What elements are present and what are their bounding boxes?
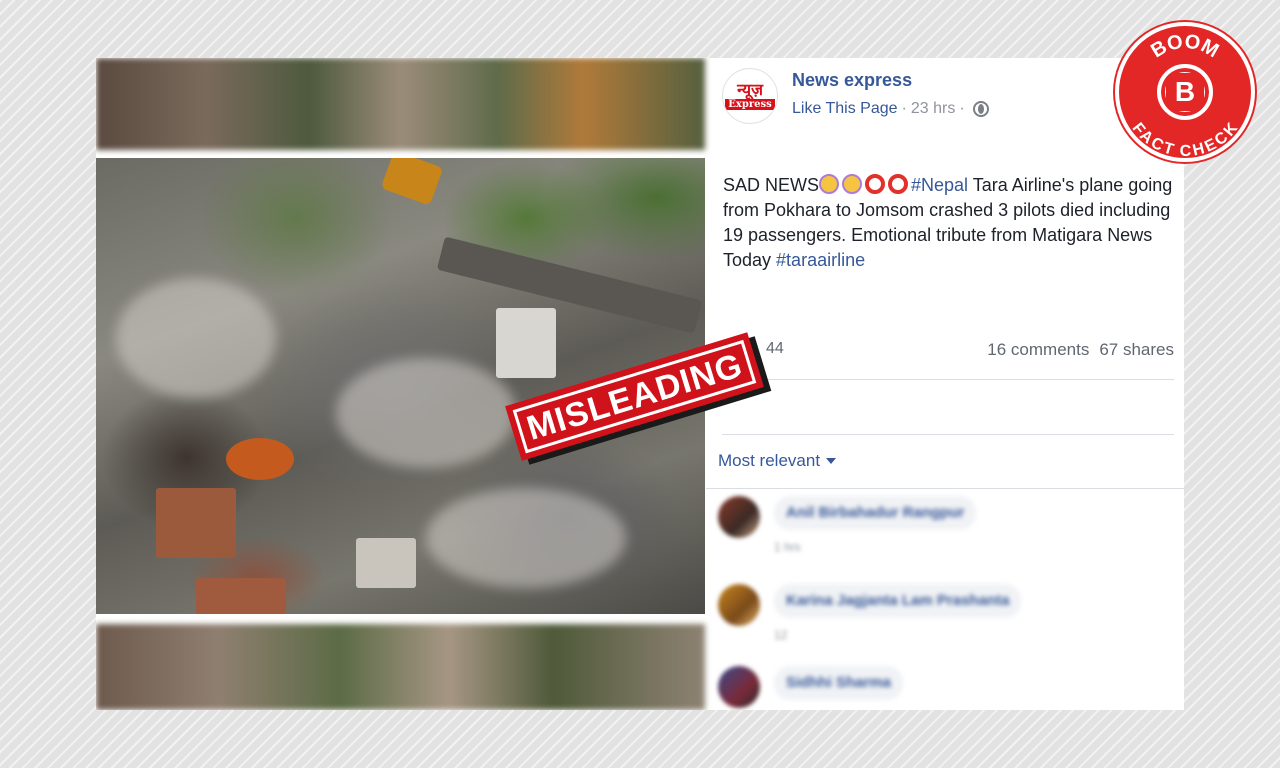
divider xyxy=(706,488,1184,489)
svg-text:FACT CHECK: FACT CHECK xyxy=(1129,120,1242,158)
smoke xyxy=(116,278,276,398)
comment-meta: 12 xyxy=(774,628,788,642)
wreckage-orange-tank xyxy=(226,438,294,480)
shares-count-link[interactable]: 67 shares xyxy=(1099,340,1174,360)
comments-count-link[interactable]: 16 comments xyxy=(987,340,1089,360)
commenter-name[interactable]: Anil Birbahadur Rangpur xyxy=(786,504,964,521)
meta-separator: · xyxy=(959,100,965,117)
page-name-link[interactable]: News express xyxy=(792,70,912,91)
comment-meta: 1 hrs xyxy=(774,540,801,554)
comment-bubble: Karina Jagjanta Lam Prashanta xyxy=(774,584,1022,618)
comment-sort-dropdown[interactable]: Most relevant xyxy=(718,451,837,471)
post-timestamp[interactable]: 23 hrs xyxy=(911,100,955,118)
badge-top-text: BOOM xyxy=(1147,31,1222,63)
wreckage-orange-part xyxy=(380,158,444,206)
avatar-logo-subtext: Express xyxy=(725,99,775,110)
hashtag-taraairline[interactable]: #taraairline xyxy=(776,250,865,270)
commenter-name[interactable]: Karina Jagjanta Lam Prashanta xyxy=(786,592,1009,609)
hashtag-nepal[interactable]: #Nepal xyxy=(911,175,968,195)
meta-separator: · xyxy=(901,100,907,117)
debris xyxy=(196,578,286,614)
comment-bubble: Anil Birbahadur Rangpur xyxy=(774,496,977,530)
boom-fact-check-badge: BOOM FACT CHECK B xyxy=(1115,22,1255,162)
comment-item: Karina Jagjanta Lam Prashanta 12 xyxy=(718,584,1022,642)
globe-icon xyxy=(972,101,989,117)
red-circle-emoji-icon xyxy=(865,174,886,194)
photo-top-blurred[interactable] xyxy=(96,58,705,150)
sort-label: Most relevant xyxy=(718,451,821,470)
page-avatar[interactable]: न्यूज़ Express xyxy=(722,68,778,124)
smoke xyxy=(336,358,516,468)
engagement-counts: 16 comments 67 shares xyxy=(987,340,1174,360)
comment-item: Sidhhi Sharma xyxy=(718,666,904,708)
smoke xyxy=(426,488,626,588)
like-page-link[interactable]: Like This Page xyxy=(792,100,898,118)
reaction-count: 44 xyxy=(766,340,784,357)
comment-bubble: Sidhhi Sharma xyxy=(774,666,904,700)
photo-bottom-blurred[interactable] xyxy=(96,624,705,710)
commenter-avatar[interactable] xyxy=(718,666,760,708)
post-meta: Like This Page · 23 hrs · xyxy=(792,100,989,118)
svg-text:BOOM: BOOM xyxy=(1147,31,1222,63)
avatar-logo-text: न्यूज़ xyxy=(737,80,763,99)
caret-down-icon xyxy=(826,458,837,464)
comment-item: Anil Birbahadur Rangpur 1 hrs xyxy=(718,496,977,554)
facebook-post: न्यूज़ Express News express Like This Pa… xyxy=(706,58,1184,710)
commenter-name[interactable]: Sidhhi Sharma xyxy=(786,674,891,691)
post-text-prefix: SAD NEWS xyxy=(723,175,820,195)
commenter-avatar[interactable] xyxy=(718,496,760,538)
debris xyxy=(156,488,236,558)
sleepy-emoji-icon xyxy=(819,174,840,194)
badge-bottom-text: FACT CHECK xyxy=(1129,120,1242,158)
badge-logo-letter: B xyxy=(1166,73,1204,111)
debris xyxy=(496,308,556,378)
wreckage-rotor-blade xyxy=(436,236,703,334)
divider xyxy=(722,379,1174,380)
commenter-avatar[interactable] xyxy=(718,584,760,626)
red-circle-emoji-icon xyxy=(888,174,909,194)
badge-center: B xyxy=(1157,64,1213,120)
divider xyxy=(722,434,1174,435)
post-text: SAD NEWS #Nepal Tara Airline's plane goin… xyxy=(723,173,1179,273)
sleepy-emoji-icon xyxy=(842,174,863,194)
debris xyxy=(356,538,416,588)
